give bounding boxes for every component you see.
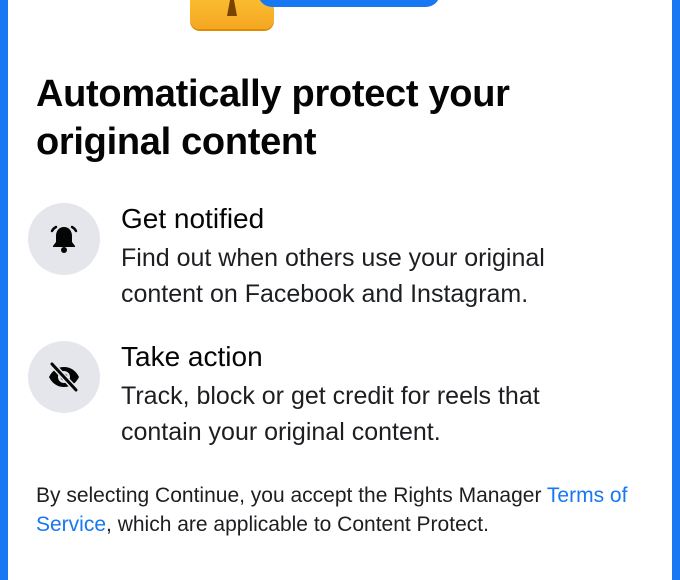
terms-notice: By selecting Continue, you accept the Ri… bbox=[36, 481, 656, 539]
shield-badge-graphic bbox=[190, 0, 274, 29]
feature-heading: Take action bbox=[121, 341, 263, 372]
dialog-sheet: Automatically protect your original cont… bbox=[8, 0, 672, 580]
feature-description: Find out when others use your original c… bbox=[121, 244, 545, 308]
bell-ringing-icon bbox=[28, 203, 100, 275]
page-title: Automatically protect your original cont… bbox=[36, 73, 510, 163]
terms-suffix: , which are applicable to Content Protec… bbox=[106, 513, 489, 536]
hero-illustration bbox=[188, 0, 448, 30]
terms-prefix: By selecting Continue, you accept the Ri… bbox=[36, 484, 547, 507]
feature-heading: Get notified bbox=[121, 203, 265, 234]
blue-card-graphic bbox=[258, 0, 440, 7]
feature-description: Track, block or get credit for reels tha… bbox=[121, 382, 540, 446]
feature-get-notified: Get notified Find out when others use yo… bbox=[28, 198, 648, 308]
eye-slash-icon bbox=[28, 341, 100, 413]
feature-take-action: Take action Track, block or get credit f… bbox=[28, 336, 648, 446]
